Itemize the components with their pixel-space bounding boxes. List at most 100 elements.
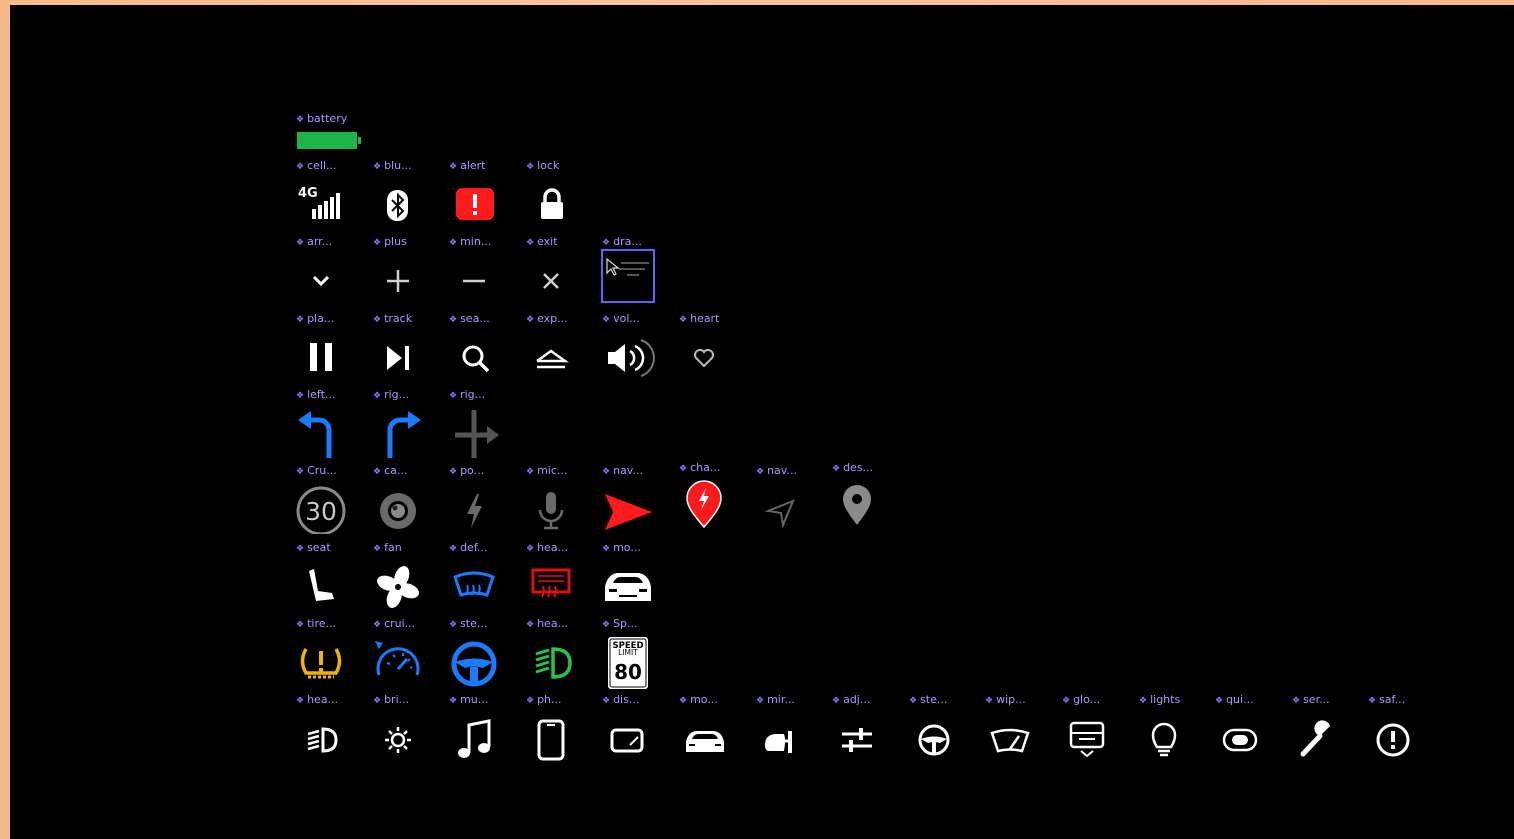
component-safety[interactable]: ❖ saf...: [1368, 694, 1438, 764]
component-diamond-icon: ❖: [679, 464, 688, 474]
component-service[interactable]: ❖ ser...: [1292, 694, 1362, 764]
component-quick[interactable]: ❖ qui...: [1215, 694, 1285, 764]
component-arrow[interactable]: ❖ arr...: [296, 236, 366, 306]
component-lock[interactable]: ❖ lock: [526, 160, 596, 230]
component-headlight-green[interactable]: ❖ hea...: [526, 618, 596, 688]
mirror-icon: [756, 711, 808, 763]
component-label: cha...: [690, 461, 721, 474]
plus-icon: [373, 253, 425, 305]
component-turn-right[interactable]: ❖ rig...: [373, 389, 443, 459]
component-label: mu...: [460, 693, 489, 706]
destination-pin-icon: [832, 479, 884, 531]
component-label: glo...: [1073, 693, 1101, 706]
phone-icon: [526, 711, 578, 763]
component-volume[interactable]: ❖ vol...: [602, 313, 672, 383]
component-cruise-gauge[interactable]: ❖ crui...: [373, 618, 443, 688]
component-diamond-icon: ❖: [373, 391, 382, 401]
component-tire[interactable]: ❖ tire...: [296, 618, 366, 688]
component-music[interactable]: ❖ mu...: [449, 694, 519, 764]
svg-text:4G: 4G: [298, 186, 318, 201]
component-wiper[interactable]: ❖ wip...: [985, 694, 1055, 764]
component-label: Cru...: [307, 464, 337, 477]
component-label: po...: [460, 464, 485, 477]
component-microphone[interactable]: ❖ mic...: [526, 465, 596, 535]
component-label: wip...: [996, 693, 1026, 706]
component-alert[interactable]: ❖ alert: [449, 160, 519, 230]
component-speed-limit[interactable]: ❖ Sp... SPEED LIMIT 80: [602, 618, 672, 689]
component-nav-red[interactable]: ❖ nav...: [602, 465, 672, 535]
component-cellular[interactable]: ❖ cell... 4G: [296, 160, 366, 230]
component-model-car[interactable]: ❖ mo...: [602, 542, 672, 612]
component-label: saf...: [1379, 693, 1406, 706]
component-heart[interactable]: ❖ heart: [679, 313, 749, 383]
steering-wheel-icon: [909, 711, 961, 763]
volume-icon: [602, 330, 662, 382]
component-drawer[interactable]: ❖ dra...: [601, 235, 672, 306]
component-power[interactable]: ❖ po...: [449, 465, 519, 535]
component-heated-rear[interactable]: ❖ hea...: [526, 542, 596, 612]
component-track[interactable]: ❖ track: [373, 313, 443, 383]
component-label: qui...: [1226, 693, 1254, 706]
component-lights[interactable]: ❖ lights: [1139, 694, 1209, 764]
component-label: track: [384, 312, 413, 325]
wiper-icon: [985, 711, 1037, 763]
component-search[interactable]: ❖ sea...: [449, 313, 519, 383]
component-display[interactable]: ❖ dis...: [602, 694, 672, 764]
component-defrost[interactable]: ❖ def...: [449, 542, 519, 612]
component-diamond-icon: ❖: [832, 464, 841, 474]
component-right-crossroad[interactable]: ❖ rig...: [449, 389, 519, 459]
component-exit[interactable]: ❖ exit: [526, 236, 596, 306]
component-steering-blue[interactable]: ❖ ste...: [449, 618, 519, 688]
component-steering[interactable]: ❖ ste...: [909, 694, 979, 764]
component-nav-outline[interactable]: ❖ nav...: [756, 465, 826, 535]
component-diamond-icon: ❖: [296, 115, 305, 125]
component-diamond-icon: ❖: [602, 620, 611, 630]
component-brightness[interactable]: ❖ bri...: [373, 694, 443, 764]
component-camera[interactable]: ❖ ca...: [373, 465, 443, 535]
component-diamond-icon: ❖: [526, 544, 535, 554]
component-label: bri...: [384, 693, 410, 706]
component-bluetooth[interactable]: ❖ blu...: [373, 160, 443, 230]
component-diamond-icon: ❖: [296, 162, 305, 172]
component-minus[interactable]: ❖ min...: [449, 236, 519, 306]
component-phone[interactable]: ❖ ph...: [526, 694, 596, 764]
component-diamond-icon: ❖: [526, 238, 535, 248]
component-diamond-icon: ❖: [1215, 696, 1224, 706]
component-label: dra...: [613, 235, 642, 248]
drawer-icon: [601, 249, 655, 303]
component-adjust[interactable]: ❖ adj...: [832, 694, 902, 764]
component-label: ste...: [460, 617, 488, 630]
component-fan[interactable]: ❖ fan: [373, 542, 443, 612]
turn-right-icon: [373, 406, 425, 458]
component-label: ca...: [384, 464, 408, 477]
component-expand[interactable]: ❖ exp...: [526, 313, 596, 383]
component-glovebox[interactable]: ❖ glo...: [1062, 694, 1132, 764]
component-play[interactable]: ❖ pla...: [296, 313, 366, 383]
brightness-icon: [373, 711, 425, 763]
component-plus[interactable]: ❖ plus: [373, 236, 443, 306]
tire-pressure-icon: [296, 635, 348, 687]
component-label: left...: [307, 388, 336, 401]
component-label: dis...: [613, 693, 640, 706]
component-turn-left[interactable]: ❖ left...: [296, 389, 366, 459]
component-diamond-icon: ❖: [1062, 696, 1071, 706]
component-charger[interactable]: ❖ cha...: [679, 462, 749, 532]
component-label: ser...: [1303, 693, 1330, 706]
component-label: ste...: [920, 693, 948, 706]
cruise-speed-icon: 30: [296, 482, 348, 534]
model-car-front-icon: [602, 559, 654, 611]
component-headlight[interactable]: ❖ hea...: [296, 694, 366, 764]
component-diamond-icon: ❖: [373, 467, 382, 477]
sliders-icon: [832, 711, 884, 763]
component-label: blu...: [384, 159, 412, 172]
speed-limit-mid-text: LIMIT: [618, 648, 638, 657]
component-diamond-icon: ❖: [296, 696, 305, 706]
component-cruise[interactable]: ❖ Cru... 30: [296, 465, 366, 535]
nav-arrow-outline-icon: [756, 482, 808, 534]
nav-arrow-red-icon: [602, 482, 654, 534]
component-car[interactable]: ❖ mo...: [679, 694, 749, 764]
component-destination[interactable]: ❖ des...: [832, 462, 902, 532]
component-diamond-icon: ❖: [373, 544, 382, 554]
component-seat[interactable]: ❖ seat: [296, 542, 366, 612]
component-mirror[interactable]: ❖ mir...: [756, 694, 826, 764]
